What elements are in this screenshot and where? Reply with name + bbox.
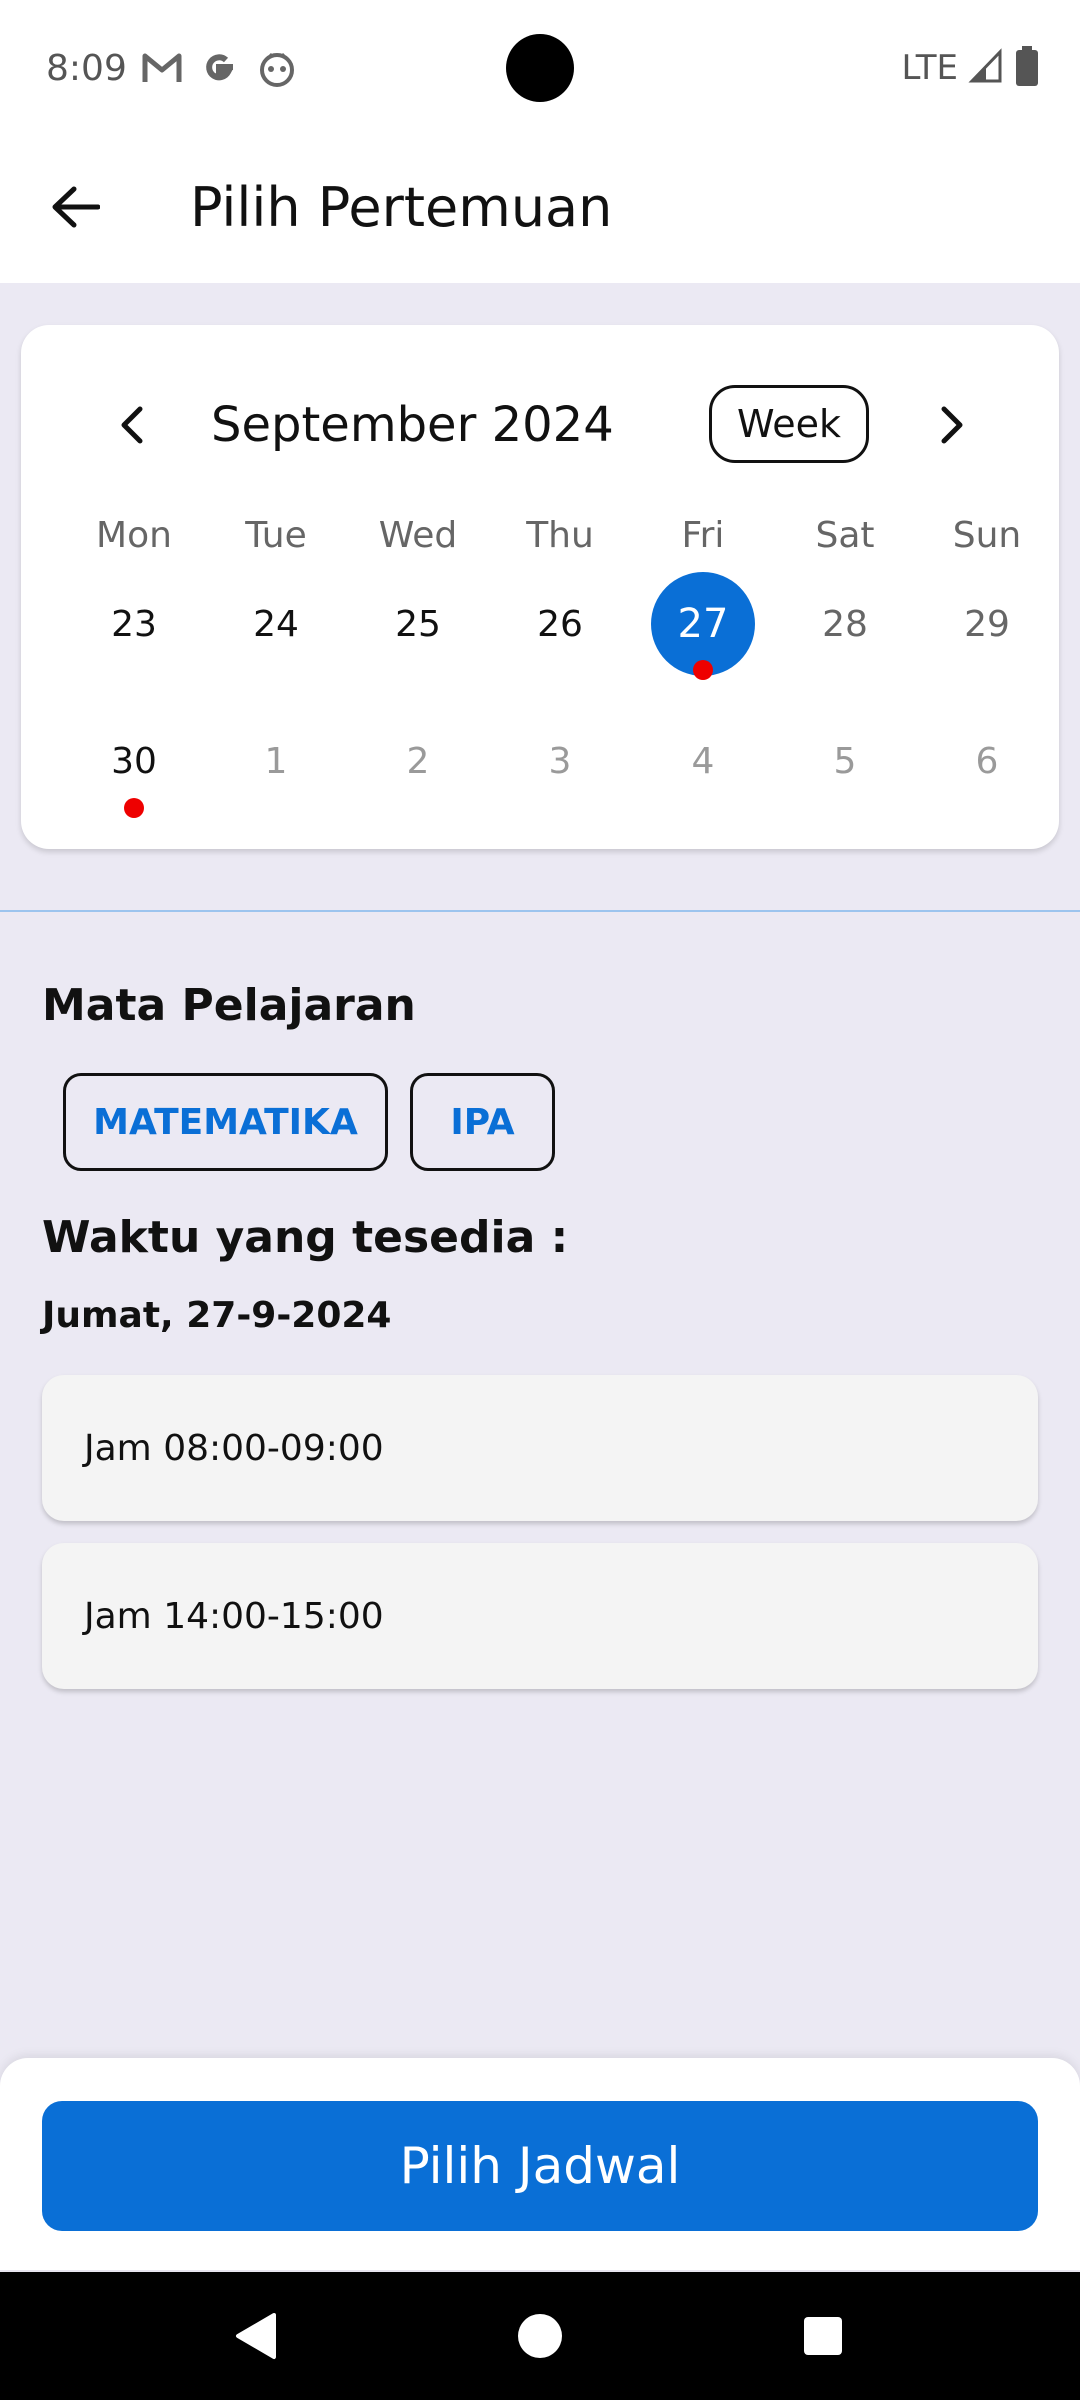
screen: 8:09 LTE Pilih Pertemuan September 2024 … bbox=[0, 0, 1080, 2400]
weekday-label: Wed bbox=[378, 515, 458, 556]
subjects-title: Mata Pelajaran bbox=[42, 980, 416, 1031]
calendar-card: September 2024 Week Mon Tue Wed Thu Fri … bbox=[21, 325, 1059, 849]
day-cell[interactable]: 26 bbox=[489, 574, 631, 674]
weekday-label: Mon bbox=[96, 515, 172, 556]
app-icon bbox=[258, 50, 298, 87]
page-title: Pilih Pertemuan bbox=[190, 176, 613, 239]
day-cell[interactable]: 30 bbox=[63, 711, 205, 818]
bottom-panel: Pilih Jadwal bbox=[0, 2058, 1080, 2270]
back-button[interactable] bbox=[40, 172, 110, 242]
day-cell[interactable]: 2 bbox=[347, 711, 489, 811]
day-cell[interactable]: 28 bbox=[774, 574, 916, 674]
app-bar: Pilih Pertemuan bbox=[0, 136, 1080, 283]
event-marker bbox=[124, 798, 144, 818]
subject-chip-matematika[interactable]: MATEMATIKA bbox=[63, 1073, 388, 1171]
day-cell[interactable]: 5 bbox=[774, 711, 916, 811]
weekday-label: Sun bbox=[952, 515, 1022, 556]
day-cell[interactable]: 24 bbox=[205, 574, 347, 674]
google-icon bbox=[200, 50, 240, 86]
day-cell[interactable]: 29 bbox=[916, 574, 1058, 674]
day-cell[interactable]: 4 bbox=[632, 711, 774, 811]
battery-icon bbox=[1014, 45, 1040, 91]
gmail-icon bbox=[142, 50, 182, 86]
nav-recents-button[interactable] bbox=[793, 2306, 853, 2366]
available-times-title: Waktu yang tesedia : bbox=[42, 1212, 569, 1263]
weekday-label: Sat bbox=[815, 515, 875, 556]
time-slot[interactable]: Jam 08:00-09:00 bbox=[42, 1375, 1038, 1521]
status-bar: 8:09 LTE bbox=[0, 0, 1080, 136]
nav-back-button[interactable] bbox=[226, 2306, 286, 2366]
arrow-back-icon bbox=[52, 186, 100, 228]
choose-schedule-button[interactable]: Pilih Jadwal bbox=[42, 2101, 1038, 2231]
day-cell[interactable]: 6 bbox=[916, 711, 1058, 811]
day-cell-selected[interactable]: 27 bbox=[632, 572, 774, 680]
status-time: 8:09 bbox=[46, 48, 127, 89]
weekday-label: Thu bbox=[526, 515, 594, 556]
network-label: LTE bbox=[901, 48, 958, 88]
subject-chip-ipa[interactable]: IPA bbox=[410, 1073, 555, 1171]
divider bbox=[0, 910, 1080, 912]
circle-home-icon bbox=[518, 2314, 562, 2358]
day-cell[interactable]: 3 bbox=[489, 711, 631, 811]
day-cell[interactable]: 25 bbox=[347, 574, 489, 674]
calendar-grid: Mon Tue Wed Thu Fri Sat Sun 23 24 25 26 … bbox=[21, 325, 1059, 849]
nav-home-button[interactable] bbox=[510, 2306, 570, 2366]
square-recents-icon bbox=[804, 2317, 842, 2355]
system-nav-bar bbox=[0, 2272, 1080, 2400]
day-cell[interactable]: 1 bbox=[205, 711, 347, 811]
signal-icon bbox=[968, 47, 1004, 89]
time-slot[interactable]: Jam 14:00-15:00 bbox=[42, 1543, 1038, 1689]
weekday-label: Fri bbox=[681, 515, 725, 556]
weekday-label: Tue bbox=[245, 515, 307, 556]
camera-cutout bbox=[506, 34, 574, 102]
triangle-back-icon bbox=[236, 2313, 276, 2359]
selected-date-label: Jumat, 27-9-2024 bbox=[42, 1295, 392, 1336]
day-cell[interactable]: 23 bbox=[63, 574, 205, 674]
status-right: LTE bbox=[901, 45, 1040, 91]
event-marker bbox=[693, 660, 713, 680]
